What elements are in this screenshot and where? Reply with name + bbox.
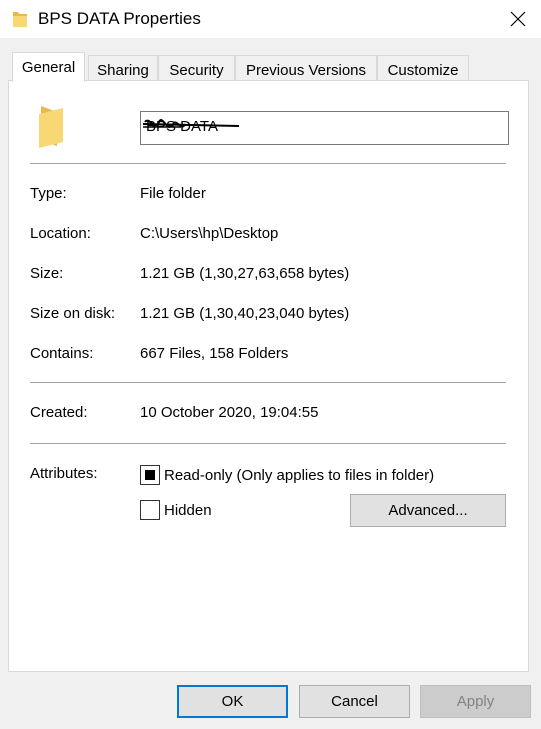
separator xyxy=(30,382,506,383)
size-value: 1.21 GB (1,30,27,63,658 bytes) xyxy=(140,265,350,282)
tab-security[interactable]: Security xyxy=(158,55,235,80)
location-label: Location: xyxy=(30,225,91,242)
apply-button[interactable]: Apply xyxy=(420,685,531,718)
close-button[interactable] xyxy=(495,0,541,38)
advanced-button[interactable]: Advanced... xyxy=(350,494,506,527)
redaction-scribble xyxy=(142,119,240,128)
indeterminate-mark xyxy=(145,470,155,480)
hidden-label[interactable]: Hidden xyxy=(164,502,212,519)
tab-general[interactable]: General xyxy=(12,52,85,82)
created-label: Created: xyxy=(30,404,88,421)
location-value: C:\Users\hp\Desktop xyxy=(140,225,279,242)
separator xyxy=(30,163,506,164)
size-on-disk-value: 1.21 GB (1,30,40,23,040 bytes) xyxy=(140,305,350,322)
size-label: Size: xyxy=(30,265,64,282)
readonly-label[interactable]: Read-only (Only applies to files in fold… xyxy=(164,467,434,484)
title-bar: BPS DATA Properties xyxy=(0,0,541,38)
folder-icon xyxy=(12,10,28,28)
folder-name-input[interactable]: BPS DATA xyxy=(140,111,509,145)
general-panel xyxy=(8,80,529,672)
folder-large-icon xyxy=(37,104,67,148)
contains-label: Contains: xyxy=(30,345,94,362)
cancel-button[interactable]: Cancel xyxy=(299,685,410,718)
created-value: 10 October 2020, 19:04:55 xyxy=(140,404,319,421)
tab-sharing[interactable]: Sharing xyxy=(88,55,158,80)
attributes-label: Attributes: xyxy=(30,465,98,482)
size-on-disk-label: Size on disk: xyxy=(30,305,116,322)
contains-value: 667 Files, 158 Folders xyxy=(140,345,289,362)
ok-button[interactable]: OK xyxy=(177,685,288,718)
tab-customize[interactable]: Customize xyxy=(377,55,469,80)
readonly-checkbox[interactable] xyxy=(140,465,160,485)
type-label: Type: xyxy=(30,185,67,202)
type-value: File folder xyxy=(140,185,206,202)
close-icon xyxy=(510,11,526,27)
hidden-checkbox[interactable] xyxy=(140,500,160,520)
separator xyxy=(30,443,506,444)
tab-previous-versions[interactable]: Previous Versions xyxy=(235,55,377,80)
window-title: BPS DATA Properties xyxy=(38,9,201,28)
